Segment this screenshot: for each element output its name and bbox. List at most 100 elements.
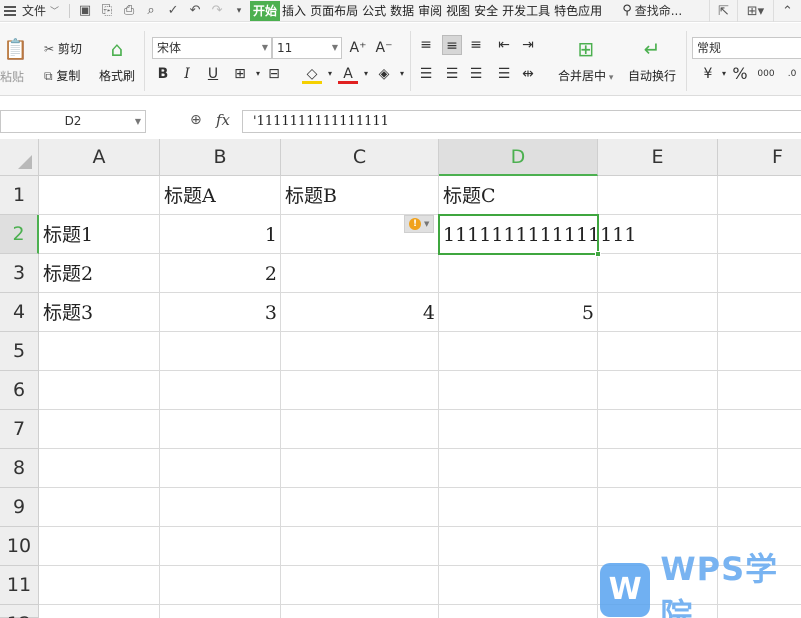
cell-a3[interactable]: 标题2 — [39, 254, 160, 293]
eraser-icon[interactable]: ◈ — [374, 64, 394, 84]
distributed-icon[interactable]: ⇹ — [518, 64, 538, 84]
row-header-5[interactable]: 5 — [0, 332, 39, 371]
cell-b2[interactable]: 1 — [160, 215, 281, 254]
decimal-icon[interactable]: .0 — [782, 64, 801, 84]
cell-d1[interactable]: 标题C — [439, 176, 598, 215]
grid-cell[interactable] — [439, 527, 598, 566]
grid-cell[interactable] — [598, 488, 718, 527]
tab-view[interactable]: 视图 — [444, 1, 472, 21]
row-header-4[interactable]: 4 — [0, 293, 39, 332]
format-painter-button[interactable]: ⌂ 格式刷 — [99, 37, 135, 84]
command-search[interactable]: ⚲ 查找命... — [622, 2, 682, 19]
tab-formula[interactable]: 公式 — [360, 1, 388, 21]
row-header-8[interactable]: 8 — [0, 449, 39, 488]
grid-cell[interactable] — [281, 254, 439, 293]
merge-border-icon[interactable]: ⊟ — [264, 64, 284, 84]
cell-c4[interactable]: 4 — [281, 293, 439, 332]
layout-icon[interactable]: ⊞▾ — [737, 0, 773, 22]
column-header-c[interactable]: C — [281, 139, 439, 176]
cell-b1[interactable]: 标题A — [160, 176, 281, 215]
cell-a2[interactable]: 标题1 — [39, 215, 160, 254]
indent-decrease-icon[interactable]: ⇤ — [494, 35, 514, 55]
more-icon[interactable]: ▾ — [230, 2, 248, 20]
tab-special[interactable]: 特色应用 — [552, 1, 604, 21]
chevron-down-icon[interactable]: ▾ — [320, 64, 340, 84]
grid-cell[interactable] — [439, 410, 598, 449]
grid-cell[interactable] — [718, 293, 801, 332]
grid-cell[interactable] — [439, 488, 598, 527]
grid-cell[interactable] — [718, 176, 801, 215]
grid-cell[interactable] — [39, 566, 160, 605]
grid-cell[interactable] — [160, 449, 281, 488]
chevron-down-icon[interactable]: ▾ — [356, 64, 376, 84]
chevron-down-icon[interactable]: ▾ — [392, 64, 412, 84]
grid-cell[interactable] — [281, 449, 439, 488]
tab-security[interactable]: 安全 — [472, 1, 500, 21]
column-header-b[interactable]: B — [160, 139, 281, 176]
grid-cell[interactable] — [598, 371, 718, 410]
redo-icon[interactable]: ↷ — [208, 2, 226, 20]
fill-color-icon[interactable]: ◇ — [302, 64, 322, 84]
align-left-icon[interactable]: ☰ — [416, 64, 436, 84]
grid-cell[interactable] — [160, 488, 281, 527]
grid-cell[interactable] — [598, 293, 718, 332]
grid-cell[interactable] — [281, 605, 439, 618]
align-bottom-icon[interactable]: ≡ — [466, 35, 486, 55]
wrap-text-button[interactable]: ↵ 自动换行 — [628, 37, 676, 84]
grid-cell[interactable] — [718, 215, 801, 254]
indent-increase-icon[interactable]: ⇥ — [518, 35, 538, 55]
row-header-10[interactable]: 10 — [0, 527, 39, 566]
grid-cell[interactable] — [439, 449, 598, 488]
grid-cell[interactable] — [598, 254, 718, 293]
cell-c1[interactable]: 标题B — [281, 176, 439, 215]
row-header-12[interactable]: 12 — [0, 605, 39, 618]
name-box[interactable]: D2 ▼ — [0, 110, 146, 133]
column-header-a[interactable]: A — [39, 139, 160, 176]
font-color-icon[interactable]: A — [338, 64, 358, 84]
bold-button[interactable]: B — [153, 64, 173, 84]
grid-cell[interactable] — [39, 176, 160, 215]
select-all-corner[interactable] — [0, 139, 39, 176]
grid-cell[interactable] — [281, 371, 439, 410]
grid-cell[interactable] — [598, 332, 718, 371]
check-icon[interactable]: ✓ — [164, 2, 182, 20]
print-preview-icon[interactable]: ⌕ — [142, 2, 160, 20]
grid-cell[interactable] — [39, 449, 160, 488]
grid-cell[interactable] — [439, 332, 598, 371]
grid-cell[interactable] — [718, 449, 801, 488]
grid-cell[interactable] — [160, 371, 281, 410]
grid-cell[interactable] — [160, 566, 281, 605]
merge-center-button[interactable]: ⊞ 合并居中 ▾ — [558, 37, 613, 84]
grid-cell[interactable] — [718, 371, 801, 410]
grid-cell[interactable] — [718, 488, 801, 527]
grid-cell[interactable] — [718, 254, 801, 293]
tab-start[interactable]: 开始 — [250, 0, 281, 21]
grid-cell[interactable] — [39, 527, 160, 566]
column-header-d[interactable]: D — [439, 139, 598, 176]
font-size-select[interactable]: 11 ▼ — [272, 37, 342, 59]
zoom-icon[interactable]: ⊕ — [190, 112, 202, 128]
row-header-2[interactable]: 2 — [0, 215, 39, 254]
italic-button[interactable]: I — [177, 64, 197, 84]
row-header-1[interactable]: 1 — [0, 176, 39, 215]
align-center-icon[interactable]: ☰ — [442, 64, 462, 84]
cell-d2[interactable]: 1111111111111111 — [439, 215, 659, 254]
grid-cell[interactable] — [160, 332, 281, 371]
tab-developer[interactable]: 开发工具 — [500, 1, 552, 21]
export-icon[interactable]: ⎘ — [98, 2, 116, 20]
grid-cell[interactable] — [281, 410, 439, 449]
cell-b3[interactable]: 2 — [160, 254, 281, 293]
tab-page-layout[interactable]: 页面布局 — [308, 1, 360, 21]
cut-button[interactable]: ✂ 剪切 — [44, 40, 82, 57]
grid-cell[interactable] — [160, 527, 281, 566]
column-header-f[interactable]: F — [718, 139, 801, 176]
paste-button[interactable]: 📋 — [3, 37, 28, 61]
grid-cell[interactable] — [281, 332, 439, 371]
grid-cell[interactable] — [439, 605, 598, 618]
tab-review[interactable]: 审阅 — [416, 1, 444, 21]
save-icon[interactable]: ▣ — [76, 2, 94, 20]
collapse-icon[interactable]: ⌃ — [773, 0, 801, 22]
tab-insert[interactable]: 插入 — [280, 1, 308, 21]
copy-button[interactable]: ⧉ 复制 — [44, 67, 80, 84]
undo-icon[interactable]: ↶ — [186, 2, 204, 20]
